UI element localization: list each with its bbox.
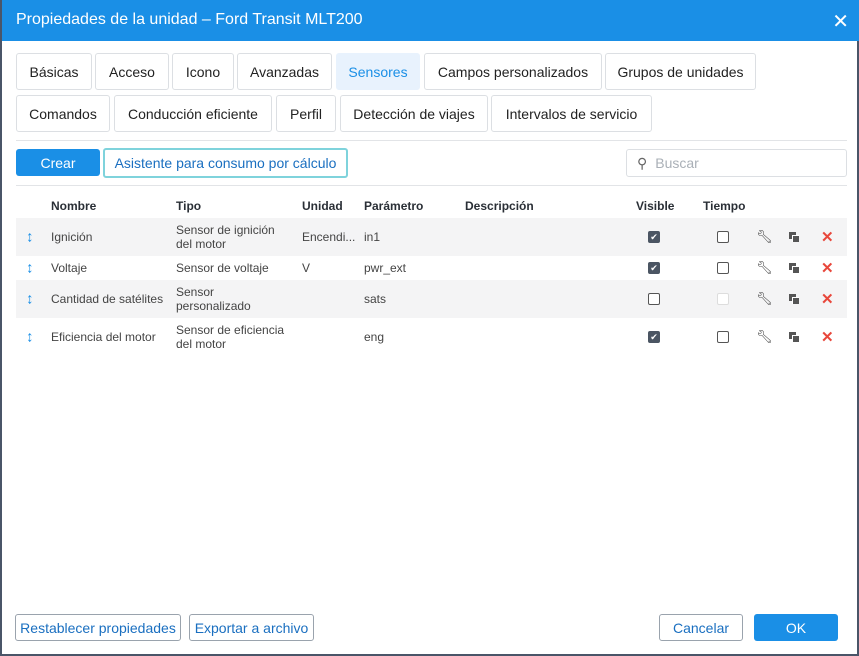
tab-8[interactable]: Conducción eficiente [114,95,272,132]
tab-10[interactable]: Detección de viajes [340,95,488,132]
tab-7[interactable]: Comandos [16,95,110,132]
table-row[interactable]: ↕ Eficiencia del motor Sensor de eficien… [16,318,847,356]
dialog-title-bar: Propiedades de la unidad – Ford Transit … [2,0,859,41]
reset-properties-button[interactable]: Restablecer propiedades [15,614,181,641]
copy-icon[interactable] [789,263,799,273]
drag-handle-icon[interactable]: ↕ [26,329,34,346]
copy-icon[interactable] [789,332,799,342]
drag-handle-icon[interactable]: ↕ [26,229,34,246]
visible-checkbox[interactable]: ✔ [648,231,660,243]
sensor-name: Cantidad de satélites [51,292,164,306]
cancel-button[interactable]: Cancelar [659,614,743,641]
ok-button[interactable]: OK [754,614,838,641]
tab-0[interactable]: Básicas [16,53,92,90]
col-visible: Visible [636,199,675,213]
time-checkbox[interactable] [717,262,729,274]
unit-properties-dialog: Propiedades de la unidad – Ford Transit … [0,0,859,656]
col-nombre[interactable]: Nombre [51,199,96,213]
table-row[interactable]: ↕ Voltaje Sensor de voltaje V pwr_ext ✔ … [16,256,847,280]
sensor-type-line1: Sensor [176,285,215,299]
close-icon[interactable]: ✕ [832,9,849,34]
sensor-parameter: sats [364,292,387,306]
time-checkbox[interactable] [717,231,729,243]
col-tipo[interactable]: Tipo [176,199,201,213]
tab-2[interactable]: Icono [172,53,234,90]
sensor-parameter: pwr_ext [364,261,407,275]
sensor-unit: V [302,261,311,275]
drag-handle-icon[interactable]: ↕ [26,260,34,277]
col-parametro[interactable]: Parámetro [364,199,423,213]
tab-1[interactable]: Acceso [95,53,169,90]
delete-icon[interactable]: ✕ [821,228,834,246]
sensor-unit: Encendi... [302,230,356,244]
time-checkbox [717,293,729,305]
delete-icon[interactable]: ✕ [821,328,834,346]
divider [16,140,847,141]
visible-checkbox[interactable]: ✔ [648,331,660,343]
delete-icon[interactable]: ✕ [821,290,834,308]
copy-icon[interactable] [789,232,799,242]
create-button[interactable]: Crear [16,149,100,176]
sensor-type: Sensor personalizado [176,285,296,313]
wrench-icon[interactable]: 🔧︎ [756,229,773,245]
col-tiempo: Tiempo [703,199,746,213]
col-unidad[interactable]: Unidad [302,199,343,213]
delete-icon[interactable]: ✕ [821,259,834,277]
drag-handle-icon[interactable]: ↕ [26,291,34,308]
divider [16,185,847,186]
search-input[interactable]: ⚲ Buscar [626,149,847,177]
tab-5[interactable]: Campos personalizados [424,53,602,90]
sensor-type-line2: del motor [176,337,227,351]
wrench-icon[interactable]: 🔧︎ [756,260,773,276]
sensor-type-line2: personalizado [176,299,251,313]
col-descripcion[interactable]: Descripción [465,199,534,213]
table-row[interactable]: ↕ Ignición Sensor de ignición del motor E… [16,218,847,256]
time-checkbox[interactable] [717,331,729,343]
sensor-type-line1: Sensor de voltaje [176,261,269,275]
wrench-icon[interactable]: 🔧︎ [756,291,773,307]
tab-11[interactable]: Intervalos de servicio [491,95,652,132]
search-placeholder: Buscar [655,155,699,171]
search-icon: ⚲ [637,154,648,171]
sensor-type-line1: Sensor de ignición [176,223,275,237]
export-to-file-button[interactable]: Exportar a archivo [189,614,314,641]
tab-9[interactable]: Perfil [276,95,336,132]
tab-3[interactable]: Avanzadas [237,53,332,90]
visible-checkbox[interactable] [648,293,660,305]
sensor-type: Sensor de voltaje [176,261,296,275]
sensor-type: Sensor de ignición del motor [176,223,296,251]
sensor-type-line1: Sensor de eficiencia [176,323,285,337]
sensor-type: Sensor de eficiencia del motor [176,323,296,351]
copy-icon[interactable] [789,294,799,304]
table-row[interactable]: ↕ Cantidad de satélites Sensor personaliz… [16,280,847,318]
sensor-parameter: in1 [364,230,381,244]
sensor-name: Voltaje [51,261,88,275]
visible-checkbox[interactable]: ✔ [648,262,660,274]
sensor-parameter: eng [364,330,385,344]
sensor-name: Ignición [51,230,93,244]
wrench-icon[interactable]: 🔧︎ [756,329,773,345]
tab-6[interactable]: Grupos de unidades [605,53,756,90]
consumption-wizard-button[interactable]: Asistente para consumo por cálculo [103,148,348,178]
sensor-name: Eficiencia del motor [51,330,156,344]
sensor-type-line2: del motor [176,237,227,251]
tab-4[interactable]: Sensores [336,53,420,90]
dialog-title: Propiedades de la unidad – Ford Transit … [16,11,363,28]
